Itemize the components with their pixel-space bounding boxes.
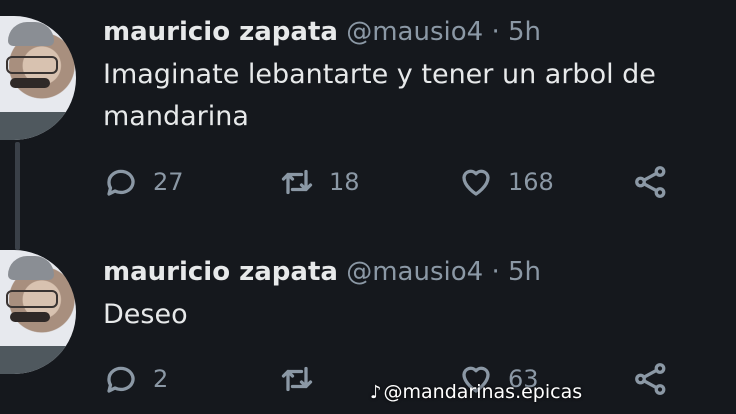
reply-button[interactable]: 27 [103,160,184,204]
avatar-shirt [0,346,76,374]
timestamp[interactable]: 5h [508,257,541,287]
separator-dot: · [491,17,500,47]
avatar[interactable] [0,16,76,140]
avatar-glasses [6,290,58,308]
share-button[interactable] [633,160,669,204]
handle[interactable]: @mausio4 [346,257,483,287]
separator-dot: · [491,257,500,287]
retweet-count: 18 [329,168,360,196]
timestamp[interactable]: 5h [508,17,541,47]
handle[interactable]: @mausio4 [346,17,483,47]
avatar-hair [8,22,54,46]
like-button[interactable]: 168 [458,160,554,204]
avatar-mustache [10,312,50,322]
tweet-header: mauricio zapata @mausio4 · 5h [103,12,723,52]
tweet-header: mauricio zapata @mausio4 · 5h [103,252,723,292]
tweet-text: Deseo [103,299,188,330]
share-icon [635,363,666,395]
tweet-text: Imaginate lebantarte y tener un arbol de… [103,59,656,132]
reply-icon [107,169,135,196]
share-icon [635,166,666,198]
retweet-button[interactable]: 18 [279,160,360,204]
share-button[interactable] [633,357,669,401]
tiktok-watermark: ♪ @mandarinas.epicas [370,381,582,403]
heart-icon [462,169,490,196]
retweet-button[interactable] [279,357,329,401]
reply-icon [107,366,135,393]
retweet-icon [281,169,313,195]
tiktok-icon: ♪ [370,382,382,403]
display-name[interactable]: mauricio zapata [103,17,338,47]
retweet-icon [281,366,313,392]
avatar-shirt [0,112,76,140]
avatar-mustache [10,78,50,88]
tweet-actions: 27 18 168 [103,160,683,204]
tweet-content: mauricio zapata @mausio4 · 5h Deseo [103,252,723,336]
avatar-glasses [6,56,58,74]
tweet-1[interactable]: mauricio zapata @mausio4 · 5h Imaginate … [0,0,736,250]
avatar-hair [8,256,54,280]
display-name[interactable]: mauricio zapata [103,257,338,287]
tweet-content: mauricio zapata @mausio4 · 5h Imaginate … [103,12,723,138]
watermark-text: @mandarinas.epicas [383,381,583,403]
thread-line [15,142,20,250]
like-count: 168 [508,168,554,196]
reply-count: 2 [153,365,169,393]
reply-button[interactable]: 2 [103,357,168,401]
reply-count: 27 [153,168,184,196]
